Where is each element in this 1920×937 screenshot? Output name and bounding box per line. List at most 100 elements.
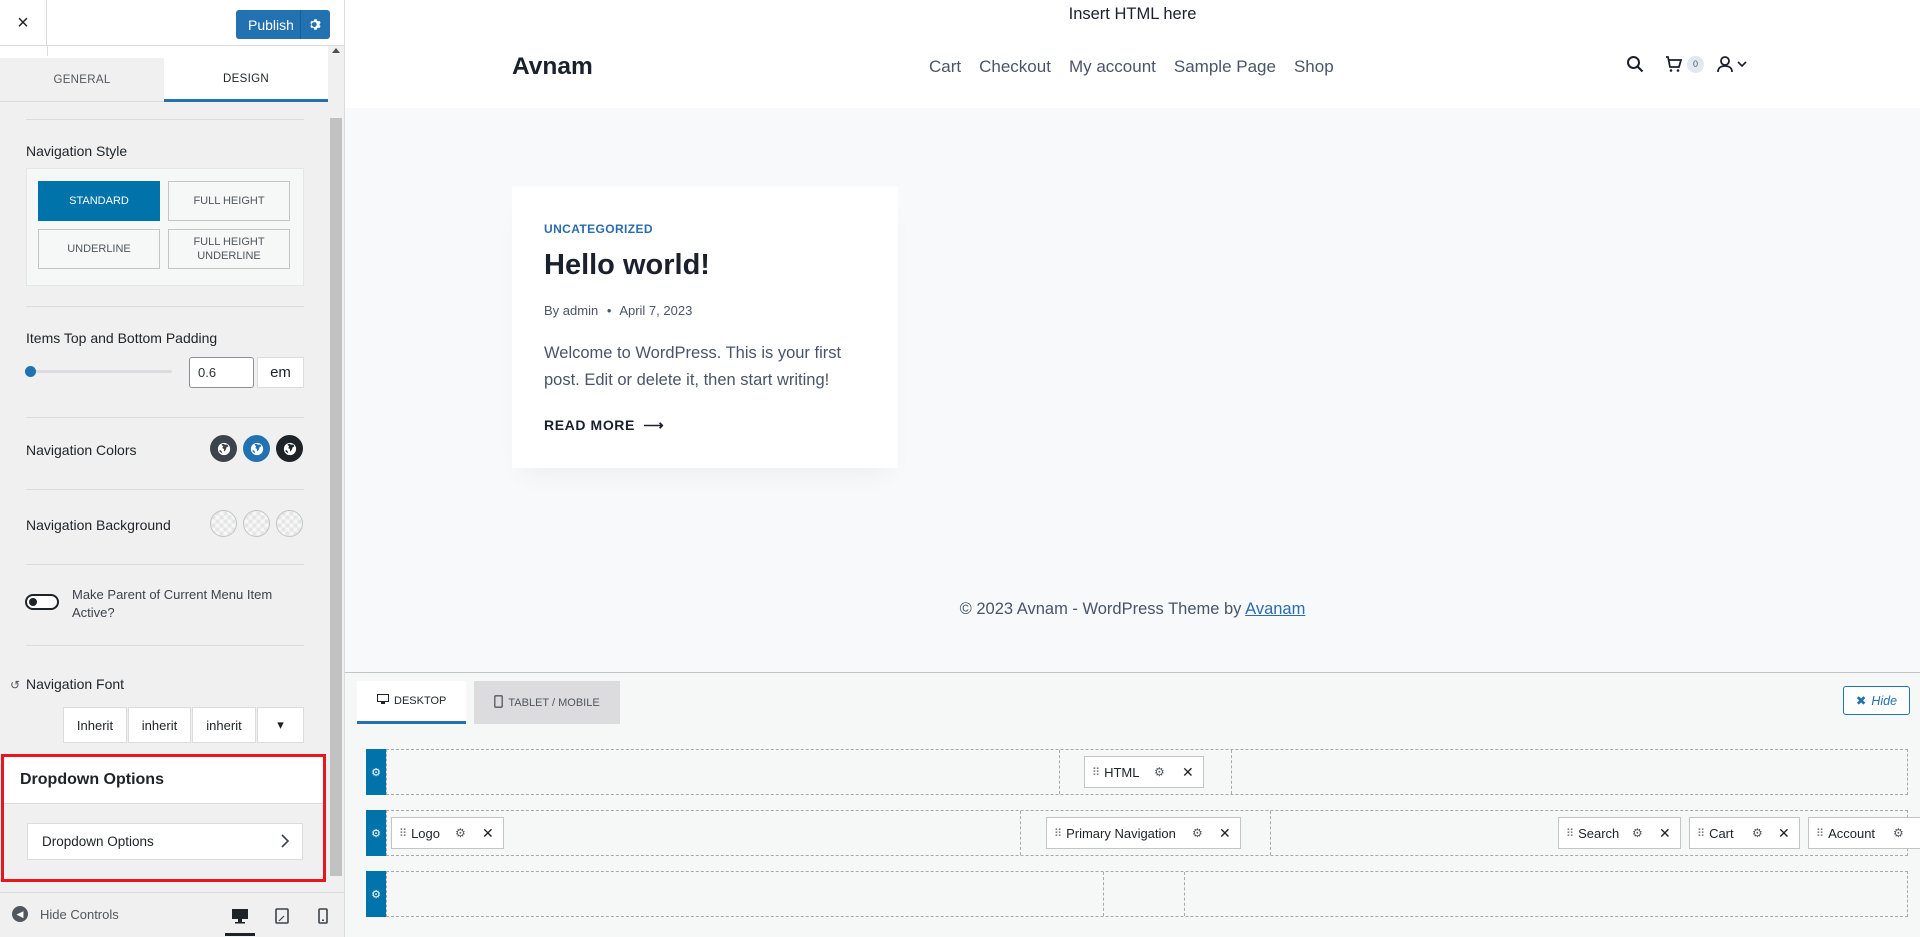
tab-desktop-label: Desktop [394, 695, 447, 707]
site-header: Insert HTML here Avnam Cart Checkout My … [345, 0, 1920, 108]
mobile-preview-icon[interactable] [312, 905, 334, 927]
tab-design[interactable]: Design [164, 58, 328, 102]
remove-item-close-icon[interactable]: ✕ [1219, 825, 1231, 842]
builder-item-primary-navigation[interactable]: ⠿ Primary Navigation ⚙ ✕ [1046, 817, 1241, 849]
style-standard-button[interactable]: Standard [38, 181, 160, 221]
search-icon[interactable] [1626, 55, 1644, 73]
divider [26, 564, 304, 565]
builder-item-logo[interactable]: ⠿ Logo ⚙ ✕ [391, 817, 504, 849]
nav-background-hover-swatch[interactable] [243, 510, 270, 537]
builder-row-top: ⚙ ⠿ HTML ⚙ ✕ [366, 749, 1908, 795]
builder-item-html[interactable]: ⠿ HTML ⚙ ✕ [1084, 756, 1204, 788]
navigation-font-label: Navigation Font [26, 676, 125, 692]
row-main-dropzone[interactable]: ⠿ Logo ⚙ ✕ ⠿ Primary Navigation ⚙ ✕ ⠿ Se… [386, 810, 1920, 856]
tablet-preview-icon[interactable] [271, 905, 293, 927]
row-settings-gear-icon[interactable]: ⚙ [366, 810, 386, 856]
nav-background-active-swatch[interactable] [276, 510, 303, 537]
remove-item-close-icon[interactable]: ✕ [1659, 825, 1671, 842]
post-excerpt: Welcome to WordPress. This is your first… [544, 344, 842, 389]
sidebar-scrollbar[interactable] [328, 46, 344, 881]
padding-slider-thumb[interactable] [25, 366, 36, 377]
cart-icon[interactable] [1664, 55, 1683, 73]
remove-item-close-icon[interactable]: ✕ [1778, 825, 1790, 842]
parent-active-toggle[interactable] [25, 594, 59, 610]
desktop-icon [377, 694, 389, 708]
post-author[interactable]: admin [563, 303, 598, 318]
section-tabs: General Design [0, 58, 328, 102]
nav-item-cart[interactable]: Cart [929, 57, 961, 77]
drag-handle-icon[interactable]: ⠿ [1816, 827, 1824, 840]
drag-handle-icon[interactable]: ⠿ [1566, 827, 1574, 840]
font-weight-button[interactable]: inherit [128, 707, 191, 743]
style-full-height-button[interactable]: Full Height [168, 181, 290, 221]
builder-device-tabs: Desktop Tablet / Mobile [357, 681, 628, 724]
nav-item-my-account[interactable]: My account [1069, 57, 1156, 77]
nav-color-hover-swatch[interactable] [243, 435, 270, 462]
row-bottom-dropzone[interactable] [386, 871, 1908, 917]
divider [26, 417, 304, 418]
publish-button[interactable]: Publish [236, 17, 300, 33]
builder-item-cart[interactable]: ⠿ Cart ⚙ ✕ [1689, 817, 1800, 849]
nav-color-active-swatch[interactable] [276, 435, 303, 462]
footer-theme-link[interactable]: Avanam [1245, 600, 1305, 618]
desktop-preview-icon[interactable] [225, 905, 255, 936]
hide-controls-button[interactable]: ◀ Hide Controls [12, 906, 119, 922]
post-category[interactable]: Uncategorized [544, 222, 653, 236]
cart-count-badge: 0 [1687, 55, 1704, 73]
post-title[interactable]: Hello world! [544, 249, 710, 282]
reset-font-icon[interactable]: ↺ [10, 678, 20, 692]
nav-item-checkout[interactable]: Checkout [979, 57, 1051, 77]
font-more-dropdown-button[interactable]: ▾ [257, 707, 304, 743]
tab-desktop[interactable]: Desktop [357, 681, 467, 724]
drag-handle-icon[interactable]: ⠿ [1054, 827, 1062, 840]
header-icons: 0 [1626, 55, 1747, 73]
scrollbar-thumb[interactable] [330, 118, 342, 876]
tab-tablet-mobile[interactable]: Tablet / Mobile [474, 681, 620, 724]
account-icon[interactable] [1716, 55, 1734, 73]
builder-item-label: Primary Navigation [1066, 825, 1176, 841]
padding-value-input[interactable]: 0.6 [189, 357, 254, 388]
builder-item-search[interactable]: ⠿ Search ⚙ ✕ [1558, 817, 1681, 849]
read-more-label: READ MORE [544, 417, 635, 433]
remove-item-close-icon[interactable]: ✕ [482, 825, 494, 842]
nav-background-initial-swatch[interactable] [210, 510, 237, 537]
item-settings-gear-icon[interactable]: ⚙ [1192, 826, 1203, 840]
builder-item-account[interactable]: ⠿ Account ⚙ ✕ [1808, 817, 1920, 849]
row-settings-gear-icon[interactable]: ⚙ [366, 749, 386, 795]
post-date[interactable]: April 7, 2023 [619, 303, 692, 318]
row-top-dropzone[interactable]: ⠿ HTML ⚙ ✕ [386, 749, 1908, 795]
item-settings-gear-icon[interactable]: ⚙ [455, 826, 466, 840]
row-settings-gear-icon[interactable]: ⚙ [366, 871, 386, 917]
site-footer: © 2023 Avnam - WordPress Theme by Avanam [345, 600, 1920, 619]
tab-general[interactable]: General [0, 58, 164, 102]
style-full-height-underline-button[interactable]: Full Height Underline [168, 229, 290, 269]
dropdown-options-link[interactable]: Dropdown Options [27, 823, 303, 860]
close-customizer-button[interactable]: × [0, 0, 47, 46]
remove-item-close-icon[interactable]: ✕ [1182, 764, 1194, 781]
site-logo[interactable]: Avnam [512, 53, 593, 81]
navigation-style-options: Standard Full Height Underline Full Heig… [26, 168, 304, 286]
drag-handle-icon[interactable]: ⠿ [1092, 766, 1100, 779]
read-more-link[interactable]: READ MORE ⟶ [544, 417, 664, 434]
item-settings-gear-icon[interactable]: ⚙ [1893, 826, 1904, 840]
item-settings-gear-icon[interactable]: ⚙ [1752, 826, 1763, 840]
drag-handle-icon[interactable]: ⠿ [399, 827, 407, 840]
builder-item-label: Logo [411, 825, 440, 841]
nav-color-initial-swatch[interactable] [210, 435, 237, 462]
nav-item-sample-page[interactable]: Sample Page [1174, 57, 1276, 77]
item-settings-gear-icon[interactable]: ⚙ [1632, 826, 1643, 840]
item-settings-gear-icon[interactable]: ⚙ [1154, 765, 1165, 779]
publish-settings-gear-icon[interactable] [300, 10, 330, 39]
drag-handle-icon[interactable]: ⠿ [1697, 827, 1705, 840]
font-style-button[interactable]: inherit [192, 707, 256, 743]
padding-label: Items Top and Bottom Padding [26, 330, 218, 346]
collapse-arrow-icon: ◀ [12, 906, 28, 922]
font-family-button[interactable]: Inherit [63, 707, 127, 743]
style-underline-button[interactable]: Underline [38, 229, 160, 269]
padding-slider-track[interactable] [30, 370, 172, 373]
chevron-down-icon[interactable] [1737, 60, 1747, 68]
padding-unit-button[interactable]: em [257, 357, 304, 388]
hide-builder-button[interactable]: ✖ Hide [1843, 686, 1910, 715]
scroll-up-arrow-icon[interactable] [332, 48, 340, 53]
nav-item-shop[interactable]: Shop [1294, 57, 1334, 77]
